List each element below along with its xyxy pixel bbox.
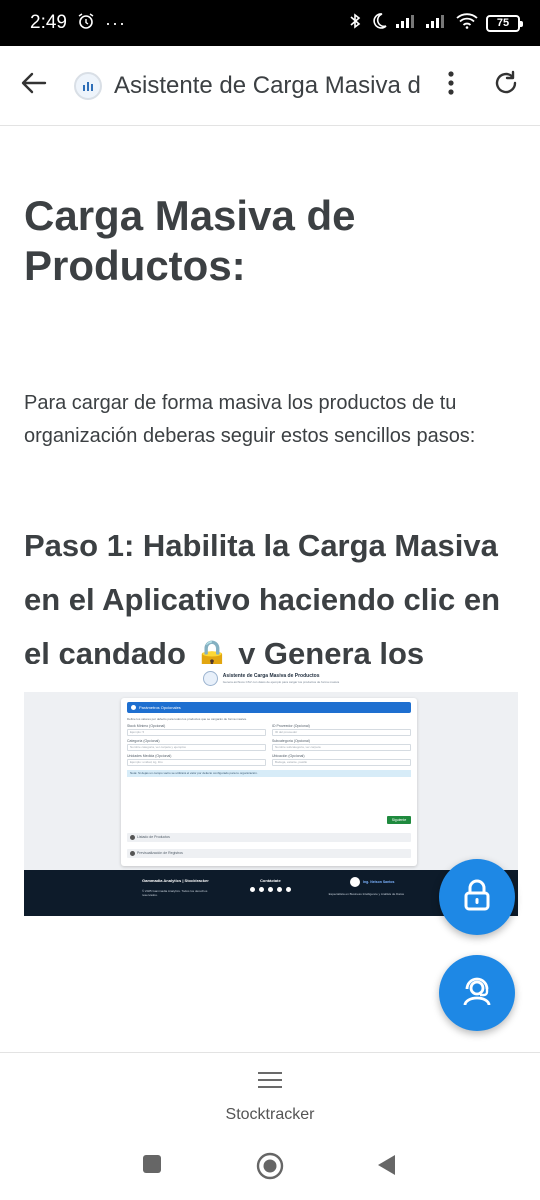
social-icon bbox=[268, 887, 273, 892]
more-vertical-icon bbox=[448, 71, 454, 100]
support-agent-icon bbox=[460, 974, 494, 1013]
wifi-icon bbox=[456, 12, 478, 34]
shot-next-button: Siguiente bbox=[387, 816, 411, 824]
status-time: 2:49 bbox=[30, 12, 67, 33]
reload-button[interactable] bbox=[478, 46, 534, 126]
status-right: 75 bbox=[348, 12, 523, 35]
page-title-bar: Asistente de Carga Masiva d bbox=[114, 71, 420, 99]
lock-icon bbox=[461, 878, 493, 917]
shot-field: Stock Mínimo (Opcional) Ejemplo: 5 bbox=[127, 724, 266, 736]
do-not-disturb-moon-icon bbox=[370, 12, 388, 35]
shot-field-label: Stock Mínimo (Opcional) bbox=[127, 724, 166, 728]
shot-field-input: ID del proveedor bbox=[272, 729, 411, 736]
shot-field: Ubicación (Opcional) Bodega, estante, pas… bbox=[272, 754, 411, 766]
shot-field-label: Ubicación (Opcional) bbox=[272, 754, 305, 758]
shot-field-label: Subcategoría (Opcional) bbox=[272, 739, 310, 743]
recent-apps-button[interactable] bbox=[142, 1154, 162, 1179]
more-notifications-icon: ··· bbox=[104, 12, 126, 33]
page-heading: Carga Masiva de Productos: bbox=[24, 192, 356, 289]
unlock-bulk-upload-button[interactable] bbox=[439, 859, 515, 935]
shot-footer-copyright: © 2025 Gammadia Analytics. Todos los der… bbox=[142, 889, 208, 897]
back-nav-button[interactable] bbox=[376, 1154, 396, 1181]
system-navigation-bar bbox=[0, 1132, 540, 1200]
intro-paragraph: Para cargar de forma masiva los producto… bbox=[24, 392, 476, 447]
shot-field-input: Ejemplo: 5 bbox=[127, 729, 266, 736]
shot-section-products: Listado de Productos bbox=[127, 833, 411, 842]
bottom-nav-label[interactable]: Stocktracker bbox=[226, 1106, 315, 1124]
social-icon bbox=[277, 887, 282, 892]
bluetooth-icon bbox=[348, 12, 362, 35]
shot-field-input: Nombre subcategoría, ver carpeta bbox=[272, 744, 411, 751]
alarm-icon bbox=[77, 12, 95, 35]
site-logo-icon bbox=[74, 71, 102, 100]
shot-field-label: Unidades Medida (Opcional) bbox=[127, 754, 172, 758]
shot-field-input: Ejemplo: unidad, kg, litro bbox=[127, 759, 266, 766]
shot-footer-social-icons bbox=[250, 887, 291, 892]
shot-card-header: Parámetros Opcionales bbox=[127, 702, 411, 713]
person-avatar bbox=[350, 877, 360, 887]
hamburger-menu-icon[interactable] bbox=[257, 1071, 283, 1094]
shot-field-label: Categoría (Opcional) bbox=[127, 739, 160, 743]
shot-footer-brand: Gammadia Analytics | Stocktracker bbox=[142, 878, 209, 883]
battery-icon: 75 bbox=[486, 14, 523, 32]
shot-field: Subcategoría (Opcional) Nombre subcategor… bbox=[272, 739, 411, 751]
bottom-navigation: Stocktracker bbox=[0, 1052, 540, 1132]
shot-body: Parámetros Opcionales Define los valores… bbox=[24, 692, 518, 870]
status-bar: 2:49 ··· 75 bbox=[0, 0, 540, 46]
home-button[interactable] bbox=[256, 1152, 284, 1185]
shot-field-input: Bodega, estante, pasillo bbox=[272, 759, 411, 766]
shot-field: Categoría (Opcional) Nombre categoría, ve… bbox=[127, 739, 266, 751]
shot-card: Parámetros Opcionales Define los valores… bbox=[121, 698, 417, 866]
shot-subtitle: Genera archivos CSV con datos de ejemplo… bbox=[222, 679, 340, 684]
shot-footer-contact: Contáctate bbox=[260, 878, 281, 883]
signal-icon-1 bbox=[396, 14, 418, 33]
shot-field: ID Proveedor (Opcional) ID del proveedor bbox=[272, 724, 411, 736]
reload-icon bbox=[492, 69, 520, 102]
shot-form-grid: Stock Mínimo (Opcional) Ejemplo: 5 ID Pro… bbox=[127, 724, 411, 766]
social-icon bbox=[259, 887, 264, 892]
shot-field-label: ID Proveedor (Opcional) bbox=[272, 724, 310, 728]
shot-card-note: Define los valores por defecto para todo… bbox=[127, 717, 247, 721]
social-icon bbox=[250, 887, 255, 892]
shot-logo-icon bbox=[202, 670, 218, 686]
support-button[interactable] bbox=[439, 955, 515, 1031]
arrow-left-icon bbox=[21, 72, 47, 99]
shot-field: Unidades Medida (Opcional) Ejemplo: unida… bbox=[127, 754, 266, 766]
back-button[interactable] bbox=[0, 46, 68, 126]
status-left: 2:49 ··· bbox=[30, 12, 126, 35]
shot-footer-role: Especialista en Business Intelligence y … bbox=[328, 892, 404, 896]
social-icon bbox=[286, 887, 291, 892]
shot-title: Asistente de Carga Masiva de Productos bbox=[222, 672, 320, 679]
shot-field-input: Nombre categoría, ver carpeta y ejemplos bbox=[127, 744, 266, 751]
shot-header: Asistente de Carga Masiva de Productos G… bbox=[24, 664, 518, 692]
shot-section-preview: Previsualización de Registros bbox=[127, 849, 411, 858]
shot-alert: Nota: Si dejas un campo vacío se utiliza… bbox=[127, 770, 411, 777]
shot-footer-person: Ing. Nelson Santos bbox=[350, 877, 395, 887]
shot-title-block: Asistente de Carga Masiva de Productos G… bbox=[223, 673, 339, 684]
top-app-bar: Asistente de Carga Masiva d bbox=[0, 46, 540, 126]
person-name: Ing. Nelson Santos bbox=[363, 880, 395, 884]
signal-icon-2 bbox=[426, 14, 448, 33]
overflow-menu-button[interactable] bbox=[434, 46, 468, 126]
